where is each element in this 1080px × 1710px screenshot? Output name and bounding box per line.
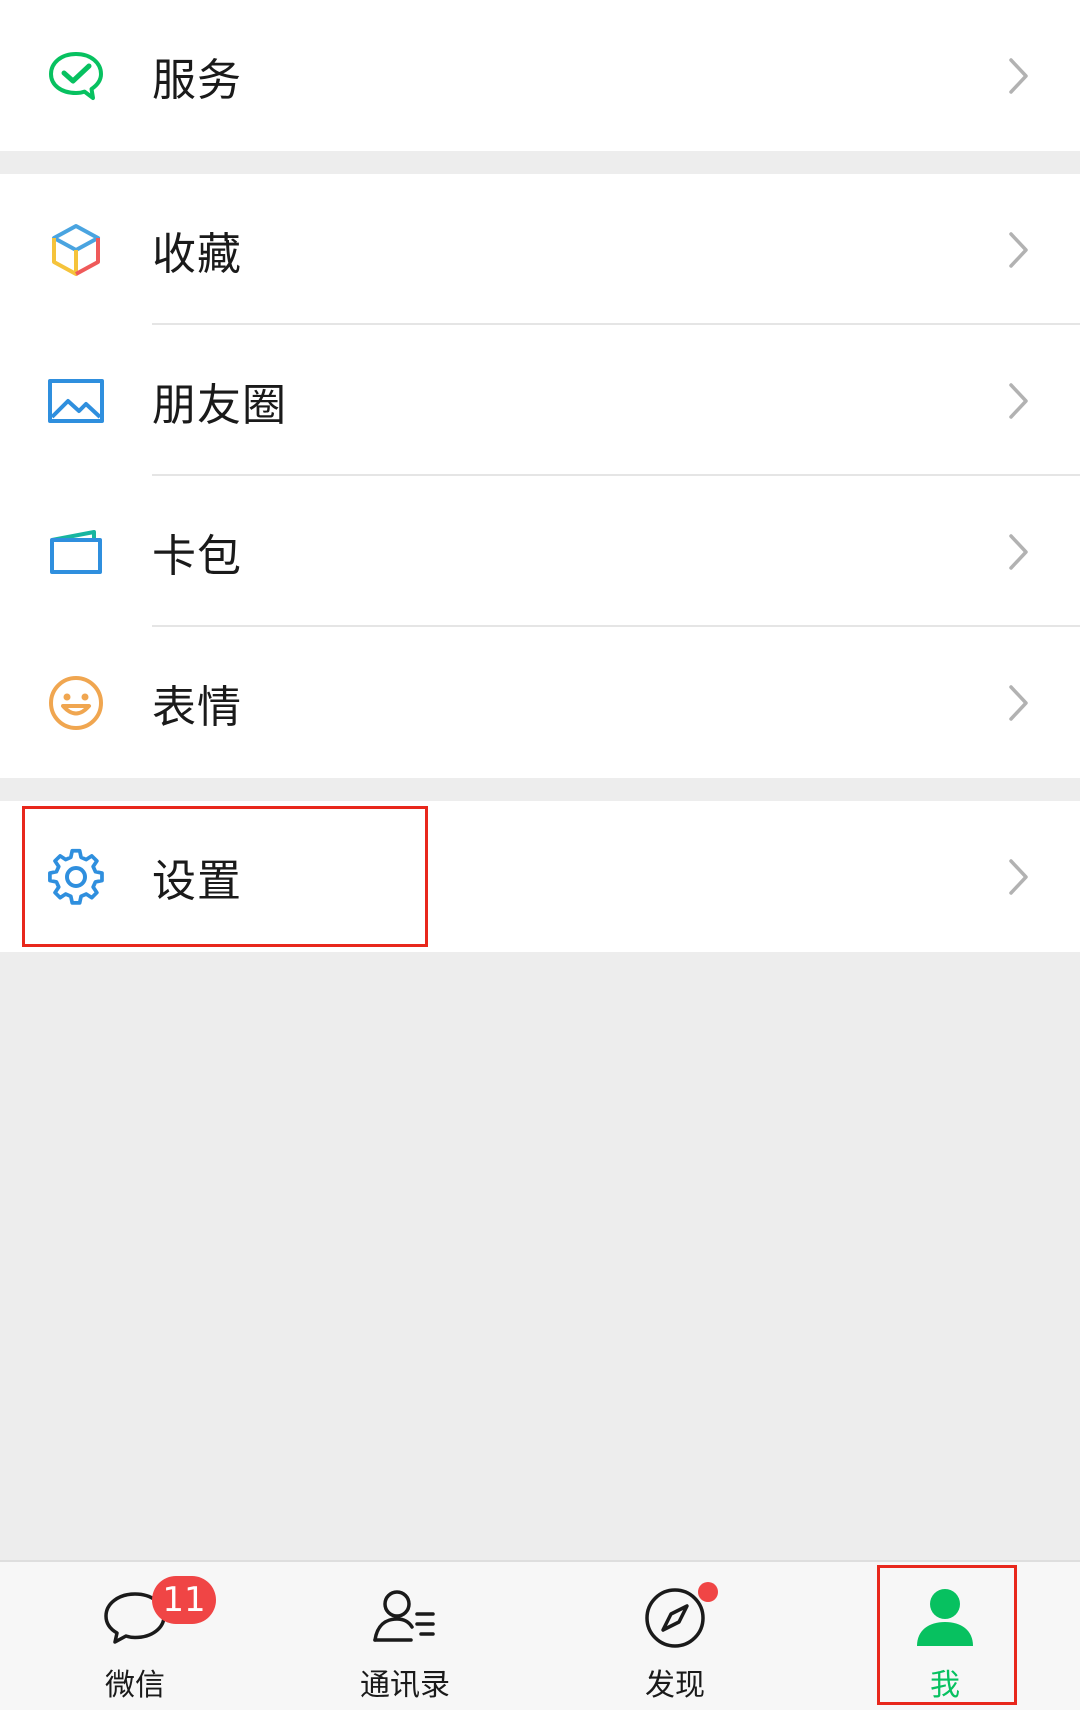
chevron-right-icon [1009,382,1028,419]
service-group: 服务 [0,0,1080,151]
discover-notification-dot [698,1582,718,1602]
menu-item-label: 表情 [152,681,242,733]
cube-icon [46,220,106,280]
menu-item-label: 服务 [152,54,242,106]
tab-me[interactable]: 我 [810,1562,1080,1710]
image-icon [46,371,106,431]
tab-label: 通讯录 [360,1668,450,1703]
menu-item-cards[interactable]: 卡包 [0,476,1080,627]
wechat-pay-icon [46,46,106,106]
tab-label: 我 [930,1668,960,1703]
chevron-right-icon [1009,57,1028,94]
bottom-tab-bar: 11 微信 通讯录 发现 我 [0,1560,1080,1710]
contacts-icon [373,1590,435,1642]
menu-item-settings[interactable]: 设置 [0,801,1080,952]
chevron-right-icon [1009,684,1028,721]
menu-item-label: 卡包 [152,530,242,582]
wallet-icon [46,522,106,582]
menu-item-service[interactable]: 服务 [0,0,1080,151]
chevron-right-icon [1009,231,1028,268]
menu-item-moments[interactable]: 朋友圈 [0,325,1080,476]
unread-badge: 11 [152,1576,216,1624]
menu-item-favorites[interactable]: 收藏 [0,174,1080,325]
chevron-right-icon [1009,858,1028,895]
tab-label: 发现 [645,1668,705,1703]
person-icon [917,1589,973,1646]
menu-item-stickers[interactable]: 表情 [0,627,1080,778]
tab-discover[interactable]: 发现 [540,1562,810,1710]
tab-chats[interactable]: 11 微信 [0,1562,270,1710]
chevron-right-icon [1009,533,1028,570]
me-page: 服务 收藏 朋友圈 卡包 表情 设置 11 微信 通讯录 发现 我 [0,0,1080,1710]
gear-icon [46,847,106,907]
feature-group: 收藏 朋友圈 卡包 表情 [0,174,1080,778]
menu-item-label: 设置 [152,855,242,907]
tab-label: 微信 [105,1668,165,1703]
menu-item-label: 朋友圈 [152,379,287,431]
smiley-icon [46,673,106,733]
tab-contacts[interactable]: 通讯录 [270,1562,540,1710]
settings-group: 设置 [0,801,1080,952]
menu-item-label: 收藏 [152,228,242,280]
